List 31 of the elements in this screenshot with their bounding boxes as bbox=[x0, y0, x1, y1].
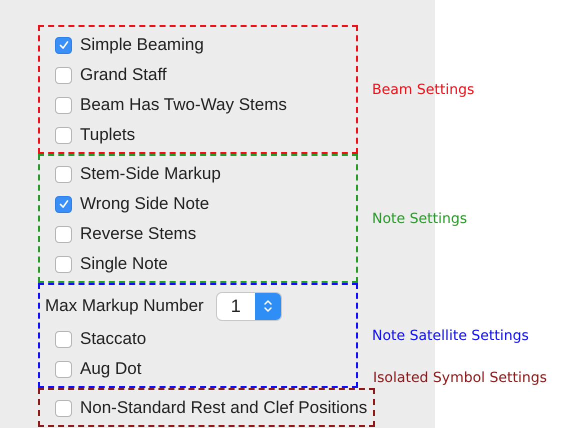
checkbox[interactable] bbox=[55, 400, 72, 416]
checkbox[interactable] bbox=[55, 66, 72, 84]
checkbox-label: Simple Beaming bbox=[80, 35, 204, 55]
checkbox-label: Tuplets bbox=[80, 125, 136, 145]
checkbox-label: Beam Has Two-Way Stems bbox=[80, 95, 287, 115]
annotation-label: Beam Settings bbox=[372, 82, 474, 98]
checkbox[interactable] bbox=[55, 36, 72, 54]
checkbox[interactable] bbox=[55, 166, 72, 182]
checkbox[interactable] bbox=[55, 360, 72, 378]
field-label: Max Markup Number bbox=[45, 296, 204, 316]
checkbox[interactable] bbox=[55, 196, 72, 212]
annotation-label: Note Settings bbox=[372, 210, 468, 226]
checkbox-label: Staccato bbox=[80, 329, 146, 349]
checkmark-icon bbox=[56, 197, 70, 211]
number-stepper[interactable]: 1 bbox=[216, 292, 282, 320]
checkbox-label: Stem-Side Markup bbox=[80, 164, 221, 184]
annotation-label: Note Satellite Settings bbox=[372, 328, 529, 344]
checkbox-label: Wrong Side Note bbox=[80, 194, 210, 214]
checkbox-label: Aug Dot bbox=[80, 359, 142, 379]
checkbox[interactable] bbox=[55, 226, 72, 242]
checkbox[interactable] bbox=[55, 256, 72, 272]
checkbox[interactable] bbox=[55, 126, 72, 144]
checkbox-label: Non-Standard Rest and Clef Positions bbox=[80, 398, 368, 418]
up-down-arrows-icon bbox=[262, 298, 273, 314]
annotation-label: Isolated Symbol Settings bbox=[373, 370, 547, 386]
checkbox[interactable] bbox=[55, 330, 72, 348]
checkbox-label: Single Note bbox=[80, 254, 168, 274]
checkmark-icon bbox=[56, 38, 70, 52]
checkbox[interactable] bbox=[55, 96, 72, 114]
checkbox-label: Grand Staff bbox=[80, 65, 167, 85]
checkbox-label: Reverse Stems bbox=[80, 224, 196, 244]
